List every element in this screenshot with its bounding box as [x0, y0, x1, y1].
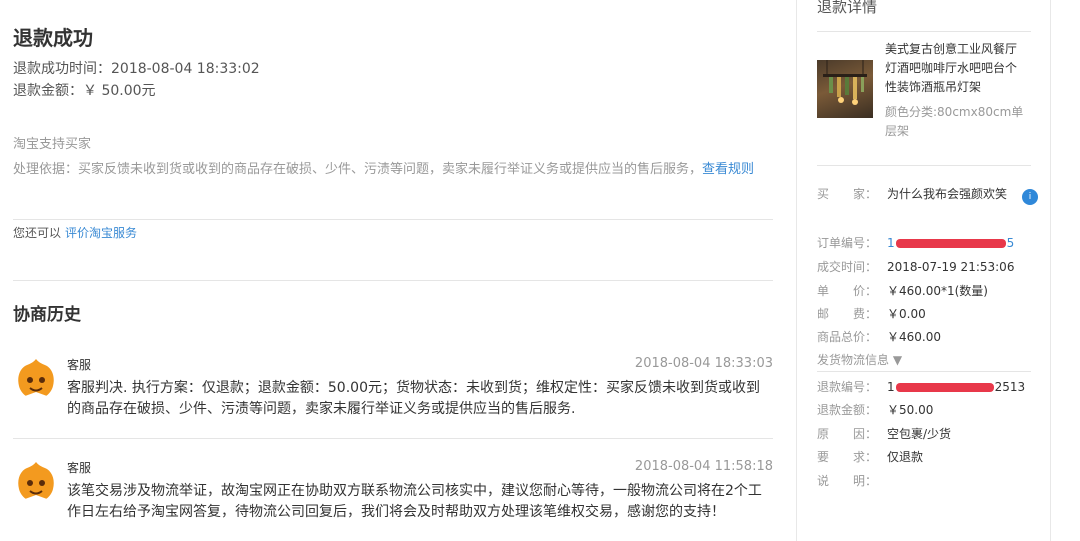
also-can-line: 您还可以 评价淘宝服务: [13, 224, 137, 241]
request-label: 要 求：: [817, 450, 878, 464]
info-icon[interactable]: i: [1022, 189, 1038, 205]
handling-basis: 处理依据：买家反馈未收到货或收到的商品存在破损、少件、污渍等问题，卖家未履行举证…: [13, 157, 758, 183]
divider: [13, 219, 773, 220]
refund-amount-label: 退款金额：: [817, 403, 878, 417]
redaction-mark: [895, 239, 1006, 248]
divider: [817, 165, 1031, 166]
product-image[interactable]: [817, 60, 873, 118]
refund-success-time: 退款成功时间：2018-08-04 18:33:02: [13, 61, 260, 77]
view-rules-link[interactable]: 查看规则: [702, 162, 754, 177]
evaluate-service-link[interactable]: 评价淘宝服务: [65, 226, 137, 240]
history-time: 2018-08-04 18:33:03: [634, 356, 773, 371]
also-can-text: 您还可以: [13, 226, 62, 240]
order-number-value[interactable]: 15: [887, 234, 1037, 252]
history-text: 客服判决. 执行方案：仅退款；退款金额：50.00元；货物状态：未收到货；维权定…: [67, 380, 760, 417]
refund-details-sidebar: 退款详情 美式复古创意工业风餐厅灯酒吧咖啡厅水吧吧台个性装饰酒瓶吊灯架 颜色分类…: [796, 0, 1051, 541]
logistics-toggle[interactable]: 发货物流信息 ▼: [817, 351, 937, 369]
unit-price-label: 单 价：: [817, 284, 878, 298]
product-spec: 颜色分类:80cmx80cm单层架: [885, 105, 1024, 138]
request-value: 仅退款: [887, 450, 924, 464]
shipping-label: 邮 费：: [817, 307, 878, 321]
history-role: 客服: [67, 461, 92, 475]
divider: [817, 371, 1031, 372]
sidebar-title: 退款详情: [817, 0, 878, 16]
redaction-mark: [895, 383, 994, 392]
divider: [13, 280, 773, 281]
refund-main-panel: 退款成功 退款成功时间：2018-08-04 18:33:02 退款金额：￥ 5…: [13, 0, 773, 541]
refund-amount-value: ￥50.00: [887, 403, 934, 417]
service-avatar-icon: [13, 356, 59, 402]
reason-label: 原 因：: [817, 427, 878, 441]
refund-number-label: 退款编号：: [817, 380, 878, 394]
refund-number-prefix: 1: [887, 380, 895, 394]
total-price-value: ￥460.00: [887, 330, 941, 344]
deal-time-value: 2018-07-19 21:53:06: [887, 260, 1015, 274]
divider: [817, 31, 1031, 32]
support-heading: 淘宝支持买家: [13, 137, 92, 152]
history-item: 客服 2018-08-04 18:33:03 客服判决. 执行方案：仅退款；退款…: [13, 356, 773, 426]
negotiation-history-title: 协商历史: [13, 305, 81, 325]
buyer-value: 为什么我布会强颜欢笑: [887, 187, 1008, 201]
history-item: 客服 2018-08-04 11:58:18 该笔交易涉及物流举证，故淘宝网正在…: [13, 459, 773, 541]
refund-number-suffix: 2513: [994, 380, 1026, 394]
refund-amount: 退款金额：￥ 50.00元: [13, 83, 156, 99]
unit-price-value: ￥460.00*1(数量): [887, 284, 988, 298]
refund-number-value: 1 2513: [887, 378, 1037, 396]
order-number-label: 订单编号：: [817, 236, 878, 250]
buyer-row: 买 家： 为什么我布会强颜欢笑 i: [817, 185, 1042, 221]
history-text: 该笔交易涉及物流举证，故淘宝网正在协助双方联系物流公司核实中，建议您耐心等待，一…: [67, 483, 762, 520]
divider: [13, 438, 773, 439]
shipping-value: ￥0.00: [887, 307, 926, 321]
note-label: 说 明：: [817, 474, 878, 488]
history-role: 客服: [67, 358, 92, 372]
deal-time-label: 成交时间：: [817, 260, 878, 274]
product-name-link[interactable]: 美式复古创意工业风餐厅灯酒吧咖啡厅水吧吧台个性装饰酒瓶吊灯架: [885, 40, 1025, 97]
page-title: 退款成功: [13, 26, 93, 50]
order-number-prefix: 1: [887, 236, 895, 250]
service-avatar-icon: [13, 459, 59, 505]
order-number-suffix: 5: [1006, 236, 1015, 250]
reason-value: 空包裹/少货: [887, 427, 952, 441]
handling-basis-text: 处理依据：买家反馈未收到货或收到的商品存在破损、少件、污渍等问题，卖家未履行举证…: [13, 162, 703, 177]
total-price-label: 商品总价：: [817, 330, 878, 344]
buyer-label: 买 家：: [817, 187, 878, 201]
history-time: 2018-08-04 11:58:18: [634, 459, 773, 474]
